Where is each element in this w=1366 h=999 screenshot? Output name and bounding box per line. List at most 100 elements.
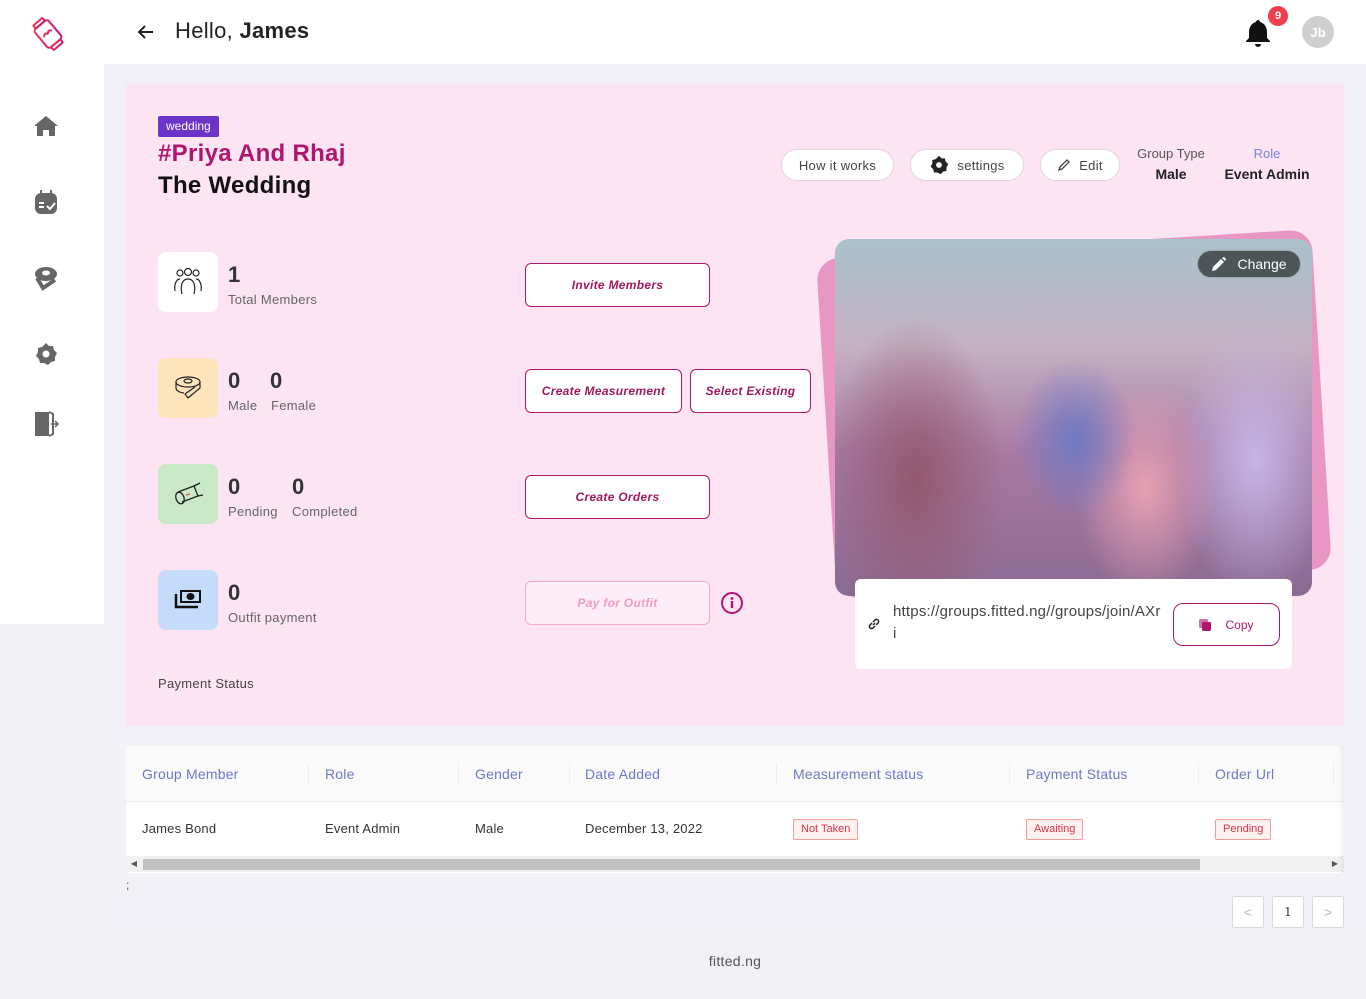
payment-status-label: Payment Status bbox=[158, 676, 254, 691]
order-url-badge[interactable]: Pending bbox=[1215, 819, 1272, 840]
event-subtitle: The Wedding bbox=[158, 172, 312, 199]
money-bills-icon bbox=[174, 590, 201, 609]
male-label: Male bbox=[228, 398, 258, 413]
create-measurement-button[interactable]: Create Measurement bbox=[525, 369, 682, 413]
female-measurements-value: 0 bbox=[270, 368, 283, 393]
create-orders-button[interactable]: Create Orders bbox=[525, 475, 710, 519]
change-photo-label: Change bbox=[1237, 256, 1287, 272]
info-icon[interactable] bbox=[720, 591, 744, 615]
logout-icon bbox=[35, 411, 59, 437]
sidebar-item-logout[interactable] bbox=[32, 410, 60, 438]
notification-count-badge: 9 bbox=[1268, 6, 1288, 26]
link-icon bbox=[868, 618, 880, 630]
event-name: #Priya And Rhaj bbox=[158, 140, 346, 167]
pay-for-outfit-button[interactable]: Pay for Outfit bbox=[525, 581, 710, 625]
pending-orders-value: 0 bbox=[228, 474, 241, 499]
greeting-prefix: Hello, bbox=[175, 18, 234, 43]
male-measurements-value: 0 bbox=[228, 368, 241, 393]
column-header-group-member[interactable]: Group Member bbox=[142, 746, 239, 802]
column-header-payment-status[interactable]: Payment Status bbox=[1026, 746, 1128, 802]
horizontal-scrollbar[interactable]: ◀ ▶ bbox=[126, 856, 1344, 872]
greeting: Hello, James bbox=[175, 18, 309, 44]
pencil-icon bbox=[1212, 257, 1227, 271]
arrow-left-icon bbox=[138, 25, 153, 39]
settings-button[interactable]: settings bbox=[910, 149, 1024, 181]
user-first-name: James bbox=[239, 18, 310, 43]
gear-icon bbox=[931, 155, 949, 175]
sidebar-item-settings[interactable] bbox=[32, 340, 60, 368]
column-separator bbox=[776, 763, 777, 785]
pending-label: Pending bbox=[228, 504, 278, 519]
column-separator bbox=[1009, 763, 1010, 785]
fabric-roll-icon bbox=[175, 482, 204, 505]
home-icon bbox=[34, 116, 58, 136]
members-stat-icon bbox=[158, 252, 218, 312]
fitted-logo-icon[interactable] bbox=[28, 14, 68, 54]
select-existing-button[interactable]: Select Existing bbox=[690, 369, 811, 413]
copy-label: Copy bbox=[1225, 617, 1254, 632]
invite-link-card: https://groups.fitted.ng//groups/join/AX… bbox=[855, 579, 1292, 669]
invite-link-url[interactable]: https://groups.fitted.ng//groups/join/AX… bbox=[893, 601, 1161, 645]
cell-role: Event Admin bbox=[325, 821, 401, 836]
calendar-check-icon bbox=[35, 190, 57, 214]
cell-date-added: December 13, 2022 bbox=[585, 821, 703, 836]
group-type-label: Group Type bbox=[1137, 146, 1205, 161]
column-separator bbox=[458, 763, 459, 785]
cell-gender: Male bbox=[475, 821, 504, 836]
change-photo-button[interactable]: Change bbox=[1197, 250, 1301, 278]
role-value: Event Admin bbox=[1224, 166, 1310, 182]
notifications-button[interactable] bbox=[1244, 18, 1272, 48]
column-separator bbox=[1198, 763, 1199, 785]
edit-label: Edit bbox=[1079, 157, 1103, 173]
sidebar-item-home[interactable] bbox=[32, 112, 60, 140]
female-label: Female bbox=[271, 398, 317, 413]
column-separator bbox=[308, 763, 309, 785]
next-page-button[interactable]: > bbox=[1312, 896, 1344, 928]
scroll-left-arrow-icon[interactable]: ◀ bbox=[129, 859, 139, 869]
table-scroll-shadow bbox=[1338, 746, 1344, 873]
table-row[interactable]: James Bond Event Admin Male December 13,… bbox=[126, 802, 1344, 856]
column-header-gender[interactable]: Gender bbox=[475, 746, 523, 802]
measuring-tape-icon bbox=[175, 376, 201, 399]
copy-link-button[interactable]: Copy bbox=[1173, 603, 1280, 646]
sidebar-item-measurements[interactable] bbox=[32, 264, 60, 292]
total-members-value: 1 bbox=[228, 262, 241, 287]
page-number-button[interactable]: 1 bbox=[1272, 896, 1304, 928]
total-members-label: Total Members bbox=[228, 292, 318, 307]
column-header-order-url[interactable]: Order Url bbox=[1215, 746, 1274, 802]
prev-page-button[interactable]: < bbox=[1232, 896, 1264, 928]
how-it-works-label: How it works bbox=[798, 157, 877, 173]
avatar[interactable]: Jb bbox=[1302, 16, 1334, 48]
copy-icon bbox=[1199, 618, 1212, 631]
settings-label: settings bbox=[957, 157, 1005, 173]
edit-button[interactable]: Edit bbox=[1040, 149, 1120, 181]
role-label: Role bbox=[1253, 146, 1281, 161]
outfit-payment-label: Outfit payment bbox=[228, 610, 317, 625]
column-separator bbox=[1333, 763, 1334, 785]
completed-label: Completed bbox=[292, 504, 358, 519]
payments-stat-icon bbox=[158, 570, 218, 630]
orders-stat-icon bbox=[158, 464, 218, 524]
group-type-value: Male bbox=[1155, 166, 1187, 182]
column-header-role[interactable]: Role bbox=[325, 746, 355, 802]
scrollbar-thumb[interactable] bbox=[143, 859, 1200, 870]
gear-icon bbox=[36, 343, 57, 365]
event-photo bbox=[835, 239, 1312, 596]
completed-orders-value: 0 bbox=[292, 474, 305, 499]
invite-members-button[interactable]: Invite Members bbox=[525, 263, 710, 307]
column-separator bbox=[569, 763, 570, 785]
bell-icon bbox=[1246, 20, 1270, 47]
sidebar-item-events[interactable] bbox=[32, 188, 60, 216]
back-button[interactable] bbox=[134, 20, 158, 44]
measurements-stat-icon bbox=[158, 358, 218, 418]
table-header: Group Member Role Gender Date Added Meas… bbox=[126, 746, 1344, 802]
event-overview-card: wedding #Priya And Rhaj The Wedding How … bbox=[126, 84, 1344, 726]
column-header-measurement-status[interactable]: Measurement status bbox=[793, 746, 923, 802]
outfit-payment-value: 0 bbox=[228, 580, 241, 605]
members-table: Group Member Role Gender Date Added Meas… bbox=[126, 746, 1344, 873]
pencil-icon bbox=[1058, 159, 1071, 171]
column-header-date-added[interactable]: Date Added bbox=[585, 746, 660, 802]
topbar: Hello, James 9 Jb bbox=[104, 0, 1366, 64]
payment-status-badge: Awaiting bbox=[1026, 819, 1084, 840]
how-it-works-button[interactable]: How it works bbox=[781, 149, 894, 181]
